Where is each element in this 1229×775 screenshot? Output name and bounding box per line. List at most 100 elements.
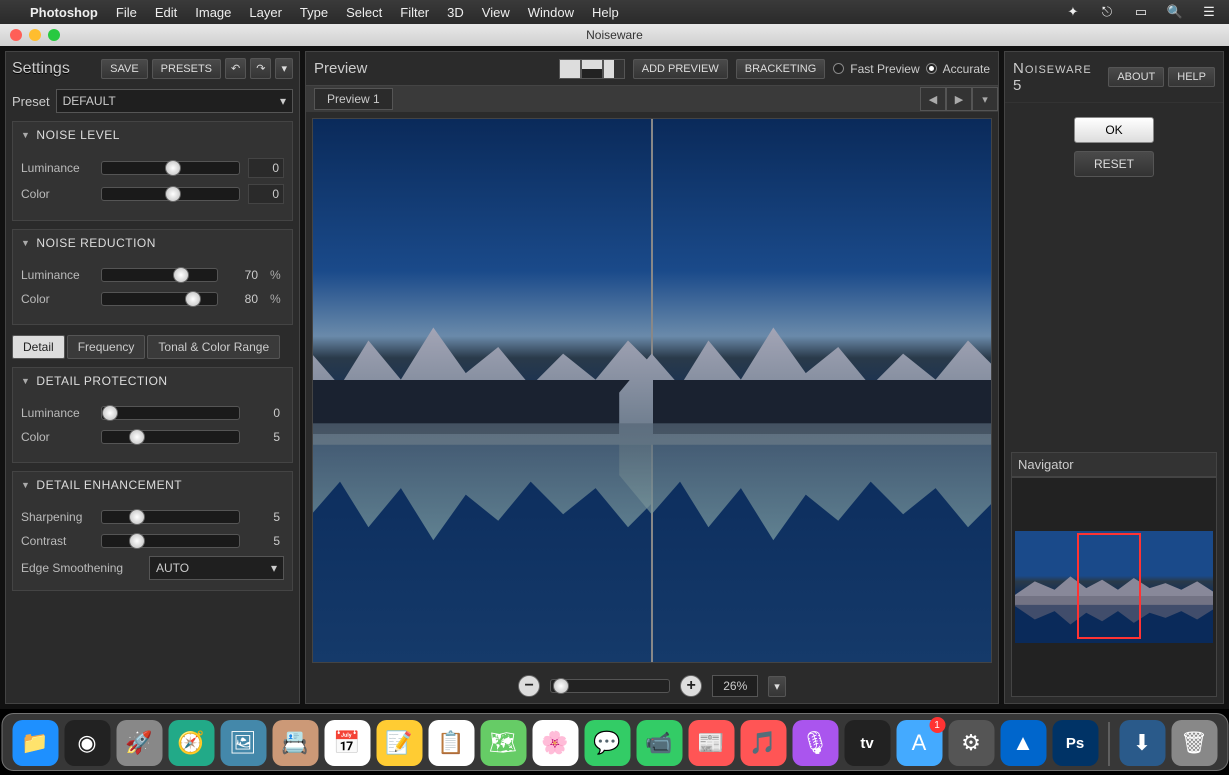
navigator-thumbnail[interactable] (1015, 531, 1213, 643)
dock-app-siri[interactable]: ◉ (64, 720, 110, 766)
help-button[interactable]: HELP (1168, 67, 1215, 87)
luminance-reduction-slider[interactable] (101, 268, 218, 282)
window-titlebar[interactable]: Noiseware (0, 24, 1229, 46)
view-split-icon[interactable] (603, 59, 625, 79)
slider-value[interactable]: 0 (248, 158, 284, 178)
dock-app-photos[interactable]: 🌸 (532, 720, 578, 766)
app-name[interactable]: Photoshop (30, 5, 98, 20)
dock-app-photoshop[interactable]: Ps (1052, 720, 1098, 766)
detail-protection-section: ▼DETAIL PROTECTION Luminance 0 Color 5 (12, 367, 293, 463)
disclosure-icon[interactable]: ▼ (21, 480, 30, 490)
tab-frequency[interactable]: Frequency (67, 335, 146, 359)
presets-button[interactable]: PRESETS (152, 59, 221, 79)
dock-app-calendar[interactable]: 📅 (324, 720, 370, 766)
dock-app-music[interactable]: 🎵 (740, 720, 786, 766)
minimize-icon[interactable] (29, 29, 41, 41)
control-center-icon[interactable]: ☰ (1201, 4, 1217, 20)
tab-detail[interactable]: Detail (12, 335, 65, 359)
maximize-icon[interactable] (48, 29, 60, 41)
menu-select[interactable]: Select (346, 5, 382, 20)
dock-app-preview[interactable]: 🖼 (220, 720, 266, 766)
zoom-out-icon[interactable]: − (518, 675, 540, 697)
protection-luminance-slider[interactable] (101, 406, 240, 420)
dock-app-affinity[interactable]: ▲ (1000, 720, 1046, 766)
ok-button[interactable]: OK (1074, 117, 1154, 143)
disclosure-icon[interactable]: ▼ (21, 130, 30, 140)
dock-app-messages[interactable]: 💬 (584, 720, 630, 766)
reset-button[interactable]: RESET (1074, 151, 1154, 177)
view-stacked-icon[interactable] (581, 59, 603, 79)
sharpening-slider[interactable] (101, 510, 240, 524)
dock-app-settings[interactable]: ⚙ (948, 720, 994, 766)
displays-icon[interactable]: ▭ (1133, 4, 1149, 20)
navigator-viewport-rect[interactable] (1077, 533, 1141, 639)
color-level-slider[interactable] (101, 187, 240, 201)
slider-value[interactable]: 80 (226, 290, 262, 308)
slider-value[interactable]: 0 (248, 184, 284, 204)
settings-panel: Settings SAVE PRESETS ↶ ↷ ▾ Preset DEFAU… (5, 51, 300, 704)
menu-window[interactable]: Window (528, 5, 574, 20)
dock-app-news[interactable]: 📰 (688, 720, 734, 766)
dock-app-reminders[interactable]: 📋 (428, 720, 474, 766)
dock-app-maps[interactable]: 🗺 (480, 720, 526, 766)
spotlight-icon[interactable]: 🔍 (1167, 4, 1183, 20)
menu-view[interactable]: View (482, 5, 510, 20)
contrast-slider[interactable] (101, 534, 240, 548)
zoom-value[interactable]: 26% (712, 675, 758, 697)
fast-preview-radio[interactable] (833, 63, 844, 74)
slider-value[interactable]: 0 (248, 404, 284, 422)
undo-icon[interactable]: ↶ (225, 58, 246, 79)
dock-app-contacts[interactable]: 📇 (272, 720, 318, 766)
menu-help[interactable]: Help (592, 5, 619, 20)
accurate-radio[interactable] (926, 63, 937, 74)
dock-app-safari[interactable]: 🧭 (168, 720, 214, 766)
dock-app-trash[interactable]: 🗑 (1171, 720, 1217, 766)
navigator-box[interactable] (1011, 477, 1217, 697)
color-reduction-slider[interactable] (101, 292, 218, 306)
menu-3d[interactable]: 3D (447, 5, 464, 20)
dock-app-notes[interactable]: 📝 (376, 720, 422, 766)
tab-tonal[interactable]: Tonal & Color Range (147, 335, 280, 359)
about-button[interactable]: ABOUT (1108, 67, 1164, 87)
bracketing-button[interactable]: BRACKETING (736, 59, 826, 79)
menu-edit[interactable]: Edit (155, 5, 177, 20)
disclosure-icon[interactable]: ▼ (21, 376, 30, 386)
close-icon[interactable] (10, 29, 22, 41)
add-preview-button[interactable]: ADD PREVIEW (633, 59, 728, 79)
save-button[interactable]: SAVE (101, 59, 148, 79)
menu-filter[interactable]: Filter (400, 5, 429, 20)
menu-image[interactable]: Image (195, 5, 231, 20)
menu-type[interactable]: Type (300, 5, 328, 20)
view-single-icon[interactable] (559, 59, 581, 79)
zoom-slider[interactable] (550, 679, 670, 693)
dock-app-finder[interactable]: 📁 (12, 720, 58, 766)
slider-value[interactable]: 5 (248, 508, 284, 526)
preview-viewport[interactable] (312, 118, 992, 663)
protection-color-slider[interactable] (101, 430, 240, 444)
redo-icon[interactable]: ↷ (250, 58, 271, 79)
luminance-level-slider[interactable] (101, 161, 240, 175)
history-dropdown-icon[interactable]: ▾ (275, 58, 293, 79)
slider-value[interactable]: 5 (248, 428, 284, 446)
menu-file[interactable]: File (116, 5, 137, 20)
dock-app-appstore[interactable]: A1 (896, 720, 942, 766)
preview-tab[interactable]: Preview 1 (314, 88, 393, 110)
tab-menu-icon[interactable]: ▾ (972, 87, 998, 111)
menuextra-icon[interactable]: ⎋ (1099, 4, 1115, 20)
dock-app-podcasts[interactable]: 🎙 (792, 720, 838, 766)
zoom-in-icon[interactable]: + (680, 675, 702, 697)
dock-app-downloads[interactable]: ⬇ (1119, 720, 1165, 766)
disclosure-icon[interactable]: ▼ (21, 238, 30, 248)
dock-app-facetime[interactable]: 📹 (636, 720, 682, 766)
slider-value[interactable]: 5 (248, 532, 284, 550)
zoom-dropdown-icon[interactable]: ▾ (768, 676, 786, 697)
dock-app-launchpad[interactable]: 🚀 (116, 720, 162, 766)
slider-value[interactable]: 70 (226, 266, 262, 284)
prev-tab-icon[interactable]: ◀ (920, 87, 946, 111)
next-tab-icon[interactable]: ▶ (946, 87, 972, 111)
preset-select[interactable]: DEFAULT ▾ (56, 89, 293, 113)
dock-app-tv[interactable]: tv (844, 720, 890, 766)
edge-select[interactable]: AUTO ▾ (149, 556, 284, 580)
menuextra-icon[interactable]: ✦ (1065, 4, 1081, 20)
menu-layer[interactable]: Layer (249, 5, 282, 20)
